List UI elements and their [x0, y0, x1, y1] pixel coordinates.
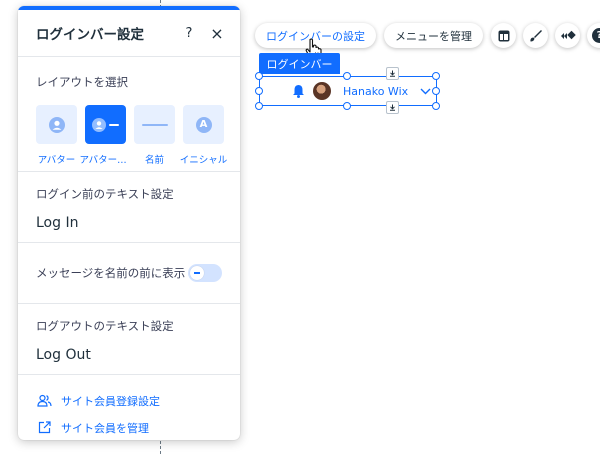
- animation-button[interactable]: [555, 23, 580, 48]
- layout-caption: イニシャル: [179, 155, 228, 166]
- layout-button[interactable]: [491, 23, 516, 48]
- layout-thumb-name: [134, 105, 175, 144]
- login-text-input[interactable]: Log In: [36, 215, 222, 231]
- avatar-name-icon: [91, 117, 119, 132]
- resize-handle[interactable]: [255, 72, 263, 80]
- members-icon: [36, 393, 52, 409]
- user-name: Hanako Wix: [343, 84, 409, 98]
- layout-caption: アバター＆名前: [79, 155, 132, 166]
- layout-caption: アバター: [37, 155, 76, 166]
- layout-option-avatar-name[interactable]: アバター＆名前: [80, 105, 132, 166]
- initial-glyph: A: [199, 119, 208, 130]
- layout-thumb-avatar: [36, 105, 77, 144]
- resize-handle[interactable]: [255, 102, 263, 110]
- help-glyph: ?: [597, 30, 600, 41]
- resize-handle[interactable]: [432, 87, 440, 95]
- message-toggle[interactable]: [188, 264, 222, 282]
- layout-thumb-avatar-name: [85, 105, 126, 144]
- layout-icon: [498, 30, 509, 41]
- resize-handle[interactable]: [343, 72, 351, 80]
- member-signup-settings-link[interactable]: サイト会員登録設定: [36, 387, 222, 414]
- member-signup-settings-label: サイト会員登録設定: [61, 394, 160, 408]
- resize-handle[interactable]: [432, 102, 440, 110]
- element-name-tag[interactable]: ログインバー: [259, 53, 340, 74]
- layout-option-initial[interactable]: A イニシャル: [180, 105, 227, 166]
- logout-text-section: ログアウトのテキスト設定 Log Out: [18, 304, 240, 375]
- links-section: サイト会員登録設定 サイト会員を管理: [18, 375, 240, 440]
- external-link-icon: [36, 420, 52, 436]
- stretch-arrow-icon: [390, 104, 395, 111]
- manage-menu-button[interactable]: メニューを管理: [384, 23, 483, 48]
- resize-handle[interactable]: [343, 102, 351, 110]
- toggle-knob: [190, 266, 204, 280]
- resize-handle[interactable]: [432, 72, 440, 80]
- stretch-arrow-icon: [390, 70, 395, 77]
- manage-members-link[interactable]: サイト会員を管理: [36, 414, 222, 440]
- layout-options: アバター アバター＆ 名前 A イニシャル: [36, 105, 227, 166]
- initial-icon: A: [195, 116, 212, 133]
- manage-members-label: サイト会員を管理: [61, 421, 149, 435]
- layout-label: レイアウトを選択: [36, 75, 128, 89]
- layout-caption: 名前: [144, 155, 164, 166]
- login-text-section: ログイン前のテキスト設定 Log In: [18, 172, 240, 243]
- panel-header: ログインバー設定 ? ×: [18, 10, 240, 57]
- logout-text-input[interactable]: Log Out: [36, 347, 222, 363]
- layout-thumb-initial: A: [183, 105, 224, 144]
- panel-title: ログインバー設定: [36, 27, 144, 43]
- logout-text-label: ログアウトのテキスト設定: [36, 319, 174, 333]
- help-icon: ?: [185, 25, 193, 41]
- user-avatar: [313, 82, 331, 100]
- message-section: メッセージを名前の前に表示: [18, 243, 240, 304]
- close-button[interactable]: ×: [206, 22, 228, 44]
- message-label: メッセージを名前の前に表示: [36, 266, 186, 280]
- bell-icon: [293, 85, 304, 98]
- stretch-top-handle[interactable]: [386, 67, 399, 80]
- avatar-icon: [48, 116, 65, 133]
- close-icon: ×: [210, 23, 224, 43]
- layout-section: レイアウトを選択 アバター アバター＆ 名前 A イニシャル: [18, 57, 240, 172]
- stretch-bottom-handle[interactable]: [386, 101, 399, 114]
- help-button[interactable]: ?: [178, 22, 200, 44]
- help-icon: ?: [592, 28, 600, 43]
- help-toolbar-button[interactable]: ?: [587, 23, 600, 48]
- layout-option-avatar[interactable]: アバター: [36, 105, 77, 166]
- name-line-icon: [141, 123, 168, 126]
- animation-icon: [560, 30, 576, 39]
- resize-handle[interactable]: [255, 87, 263, 95]
- chevron-down-icon: [420, 88, 431, 94]
- layout-option-name[interactable]: 名前: [134, 105, 175, 166]
- design-brush-icon: [530, 30, 542, 42]
- login-text-label: ログイン前のテキスト設定: [36, 187, 174, 201]
- design-button[interactable]: [523, 23, 548, 48]
- login-bar-settings-panel: ログインバー設定 ? × レイアウトを選択 アバター アバター＆ 名前 A イニ…: [18, 6, 240, 440]
